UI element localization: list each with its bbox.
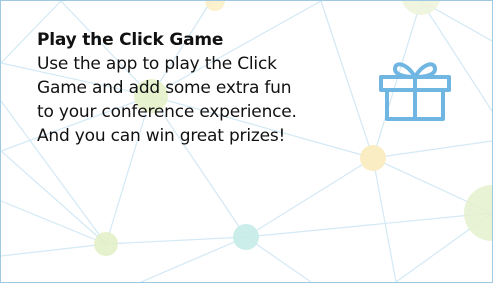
network-node xyxy=(205,1,225,11)
network-node xyxy=(94,232,118,256)
promo-line: to your conference experience. xyxy=(37,102,297,122)
gift-icon xyxy=(379,62,451,121)
network-node xyxy=(401,1,441,15)
network-node xyxy=(233,224,259,250)
promo-line: And you can win great prizes! xyxy=(37,126,286,146)
promo-card[interactable]: Play the Click Game Use the app to play … xyxy=(0,0,493,283)
promo-description: Use the app to play the Click Game and a… xyxy=(37,52,337,148)
network-node xyxy=(464,185,492,241)
network-node xyxy=(360,145,386,171)
promo-line: Use the app to play the Click xyxy=(37,54,277,74)
promo-line: Game and add some extra fun xyxy=(37,78,292,98)
promo-text: Play the Click Game Use the app to play … xyxy=(37,28,337,148)
promo-title: Play the Click Game xyxy=(37,30,224,50)
